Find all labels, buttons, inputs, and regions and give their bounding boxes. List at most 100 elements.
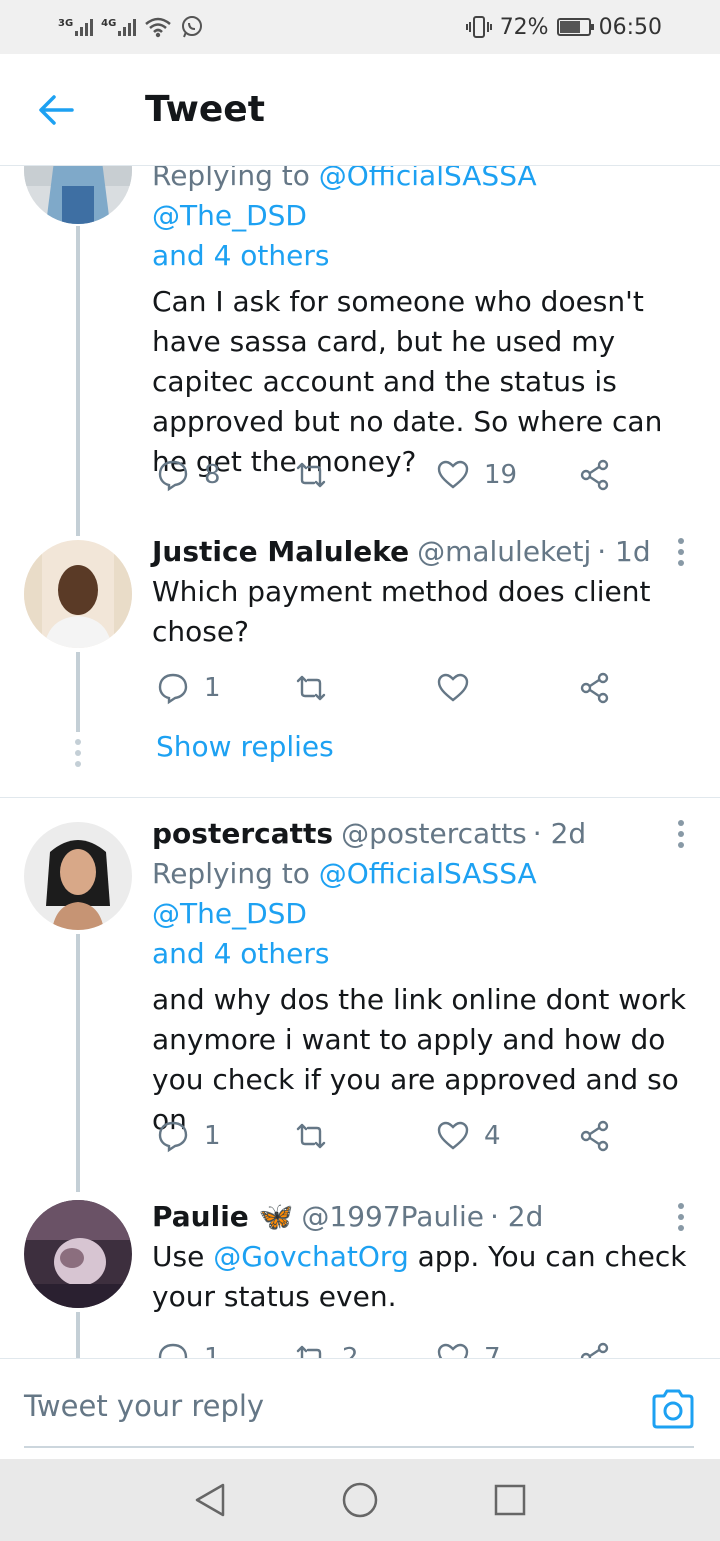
tweet-body[interactable]: Paulie 🦋 @1997Paulie · 2d Use @GovchatOr…: [152, 1197, 696, 1317]
tweet-actions: 1 4: [152, 1114, 652, 1158]
replying-to-others[interactable]: and 4 others: [152, 239, 329, 272]
status-bar-right: 72% 06:50: [465, 14, 662, 40]
nav-back-icon: [195, 1483, 225, 1517]
like-count: 19: [484, 460, 518, 490]
user-name[interactable]: Justice Maluleke: [152, 532, 409, 572]
tweet-header: postercatts @postercatts · 2d: [152, 814, 696, 854]
more-icon[interactable]: [678, 1203, 686, 1231]
thread-ellipsis: [75, 739, 81, 767]
reply-bar: Tweet your reply: [0, 1358, 720, 1458]
user-handle[interactable]: @maluleketj: [417, 532, 591, 572]
retweet-icon: [296, 1123, 326, 1149]
status-bar: 3G 4G 72% 06:50: [0, 0, 720, 54]
retweet-icon: [296, 675, 326, 701]
share-button[interactable]: [578, 671, 612, 705]
camera-button[interactable]: [650, 1387, 696, 1431]
share-icon: [580, 672, 609, 704]
tweet-header: Paulie 🦋 @1997Paulie · 2d: [152, 1197, 696, 1237]
share-icon: [580, 1120, 609, 1152]
tweet-time: · 1d: [597, 535, 651, 568]
more-icon[interactable]: [678, 820, 686, 848]
replies-feed[interactable]: Replying to @OfficialSASSA @The_DSD and …: [0, 166, 720, 1358]
reply-button[interactable]: 1: [156, 1341, 221, 1358]
nav-recents-icon: [494, 1484, 526, 1516]
signal-4g-icon: 4G: [101, 18, 137, 36]
reply-icon: [158, 460, 188, 492]
page-title: Tweet: [145, 89, 265, 130]
tweet-actions: 1: [152, 666, 652, 710]
thread-line: [76, 934, 80, 1192]
vibrate-icon: [465, 16, 492, 38]
reply-icon: [158, 1343, 188, 1358]
nav-recents-button[interactable]: [488, 1478, 532, 1522]
reply-count: 1: [204, 673, 221, 703]
replying-to-others[interactable]: and 4 others: [152, 937, 329, 970]
like-button[interactable]: 19: [436, 458, 517, 492]
retweet-button[interactable]: [294, 1119, 342, 1153]
retweet-button[interactable]: [294, 458, 342, 492]
mention-link[interactable]: @GovchatOrg: [213, 1240, 409, 1273]
avatar[interactable]: [24, 822, 132, 930]
reply-button[interactable]: 8: [156, 458, 221, 492]
back-arrow-icon: [39, 94, 74, 125]
show-replies-link[interactable]: Show replies: [156, 730, 334, 763]
retweet-button[interactable]: 2: [294, 1341, 359, 1358]
network-3g-label: 3G: [58, 18, 74, 29]
nav-home-button[interactable]: [338, 1478, 382, 1522]
avatar[interactable]: [24, 166, 132, 224]
retweet-icon: [296, 1345, 322, 1358]
back-button[interactable]: [0, 54, 112, 166]
wifi-icon: [145, 17, 172, 38]
share-button[interactable]: [578, 1119, 612, 1153]
like-button[interactable]: 4: [436, 1119, 501, 1153]
tweet-actions: 1 2 7: [152, 1336, 652, 1358]
user-name[interactable]: Paulie 🦋: [152, 1197, 293, 1237]
thread-line: [76, 226, 80, 536]
user-handle[interactable]: @1997Paulie: [301, 1197, 484, 1237]
reply-count: 8: [204, 460, 221, 490]
tweet-body[interactable]: Replying to @OfficialSASSA @The_DSD and …: [152, 166, 696, 482]
tweet-text: Use @GovchatOrg app. You can check your …: [152, 1240, 687, 1313]
share-icon: [580, 459, 609, 491]
like-icon: [437, 460, 469, 489]
battery-percent: 72%: [499, 14, 549, 40]
more-icon[interactable]: [678, 538, 686, 566]
clock: 06:50: [598, 14, 662, 40]
tweet-time: · 2d: [489, 1200, 544, 1233]
thread-line: [76, 652, 80, 732]
tweet-body[interactable]: Justice Maluleke @maluleketj · 1d Which …: [152, 532, 696, 652]
signal-3g-icon: 3G: [58, 18, 94, 36]
retweet-count: 2: [342, 1343, 359, 1358]
like-button[interactable]: 7: [436, 1341, 501, 1358]
reply-count: 1: [204, 1343, 221, 1358]
like-icon: [437, 1343, 469, 1358]
reply-button[interactable]: 1: [156, 671, 221, 705]
avatar[interactable]: [24, 1200, 132, 1308]
retweet-button[interactable]: [294, 671, 342, 705]
reply-button[interactable]: 1: [156, 1119, 221, 1153]
retweet-icon: [296, 462, 326, 488]
like-icon: [437, 1121, 469, 1150]
nav-back-button[interactable]: [188, 1478, 232, 1522]
share-icon: [580, 1342, 609, 1358]
reply-input[interactable]: Tweet your reply: [24, 1389, 264, 1423]
share-button[interactable]: [578, 1341, 612, 1358]
replying-to: Replying to @OfficialSASSA @The_DSD and …: [152, 857, 537, 970]
like-count: 7: [484, 1343, 501, 1358]
user-name[interactable]: postercatts: [152, 814, 333, 854]
system-nav-bar: [0, 1459, 720, 1541]
camera-icon: [652, 1389, 694, 1429]
network-4g-label: 4G: [101, 18, 117, 29]
replying-to: Replying to @OfficialSASSA @The_DSD and …: [152, 166, 696, 276]
tweet-body[interactable]: postercatts @postercatts · 2d Replying t…: [152, 814, 696, 1140]
thread-line: [76, 1312, 80, 1358]
tweet-text: Can I ask for someone who doesn't have s…: [152, 285, 663, 478]
avatar[interactable]: [24, 540, 132, 648]
battery-icon: [556, 18, 594, 36]
reply-count: 1: [204, 1121, 221, 1151]
user-handle[interactable]: @postercatts: [341, 814, 527, 854]
whatsapp-icon: [182, 16, 203, 38]
share-button[interactable]: [578, 458, 612, 492]
tweet-text: Which payment method does client chose?: [152, 575, 651, 648]
like-button[interactable]: [436, 671, 484, 705]
